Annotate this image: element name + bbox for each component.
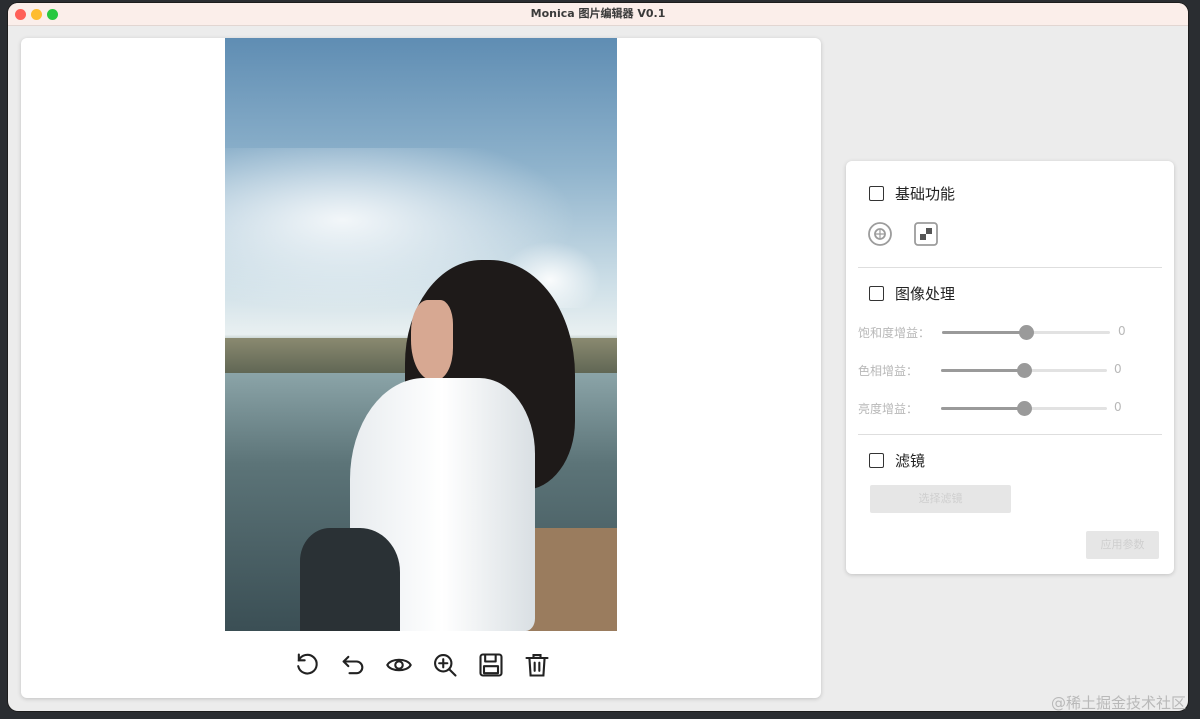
target-button[interactable]	[866, 220, 894, 248]
hue-slider-fill	[941, 369, 1024, 372]
saturation-slider-thumb[interactable]	[1019, 325, 1034, 340]
trash-icon	[525, 654, 549, 677]
settings-panel: 基础功能 图像处理 饱和度增益： 0 色相增益： 0 亮度增益： 0 滤镜 选择…	[846, 161, 1174, 574]
window-title: Monica 图片编辑器 V0.1	[530, 7, 666, 20]
rotate-button[interactable]	[291, 649, 323, 681]
apply-params-button[interactable]: 应用参数	[1086, 531, 1159, 559]
hue-slider-row: 色相增益： 0	[858, 360, 1158, 380]
section-divider	[858, 434, 1162, 435]
hue-label: 色相增益：	[858, 364, 919, 378]
app-window: Monica 图片编辑器 V0.1 基础功能 图像处理 饱和度增益： 0 色相增…	[8, 3, 1188, 711]
hue-value: 0	[1114, 362, 1122, 376]
rotate-icon	[297, 653, 318, 675]
brightness-value: 0	[1114, 400, 1122, 414]
image-processing-title: 图像处理	[895, 285, 956, 303]
brightness-slider-thumb[interactable]	[1017, 401, 1032, 416]
basic-section-title: 基础功能	[895, 185, 956, 203]
zoom-in-icon	[434, 654, 457, 677]
crop-icon	[914, 222, 938, 246]
brightness-slider-fill	[941, 407, 1024, 410]
saturation-value: 0	[1118, 324, 1126, 338]
image-toolbar	[291, 649, 553, 681]
filter-title: 滤镜	[895, 452, 926, 470]
hue-slider-thumb[interactable]	[1017, 363, 1032, 378]
crop-button[interactable]	[912, 220, 940, 248]
preview-button[interactable]	[383, 649, 415, 681]
image-canvas-card	[21, 38, 821, 698]
delete-button[interactable]	[521, 649, 553, 681]
brightness-slider-row: 亮度增益： 0	[858, 398, 1158, 418]
brightness-slider[interactable]	[941, 401, 1107, 416]
filter-checkbox[interactable]	[869, 453, 884, 468]
saturation-slider-row: 饱和度增益： 0	[858, 322, 1158, 342]
target-icon	[868, 222, 892, 246]
image-processing-checkbox[interactable]	[869, 286, 884, 301]
hue-slider[interactable]	[941, 363, 1107, 378]
zoom-in-button[interactable]	[429, 649, 461, 681]
edited-photo	[225, 38, 617, 631]
image-processing-section-header: 图像处理	[869, 283, 955, 304]
title-bar: Monica 图片编辑器 V0.1	[8, 3, 1188, 26]
watermark: @稀土掘金技术社区	[1050, 694, 1186, 712]
undo-icon	[342, 655, 364, 675]
undo-button[interactable]	[337, 649, 369, 681]
brightness-label: 亮度增益：	[858, 402, 919, 416]
saturation-slider-fill	[942, 331, 1026, 334]
maximize-window-button[interactable]	[47, 9, 58, 20]
saturation-slider[interactable]	[942, 325, 1110, 340]
close-window-button[interactable]	[15, 9, 26, 20]
select-filter-button[interactable]: 选择滤镜	[870, 485, 1011, 513]
saturation-label: 饱和度增益：	[858, 326, 931, 340]
filter-section-header: 滤镜	[869, 450, 925, 471]
basic-section-header: 基础功能	[869, 183, 955, 204]
section-divider	[858, 267, 1162, 268]
basic-section-checkbox[interactable]	[869, 186, 884, 201]
minimize-window-button[interactable]	[31, 9, 42, 20]
save-button[interactable]	[475, 649, 507, 681]
save-icon	[479, 653, 503, 677]
eye-icon	[386, 658, 412, 672]
